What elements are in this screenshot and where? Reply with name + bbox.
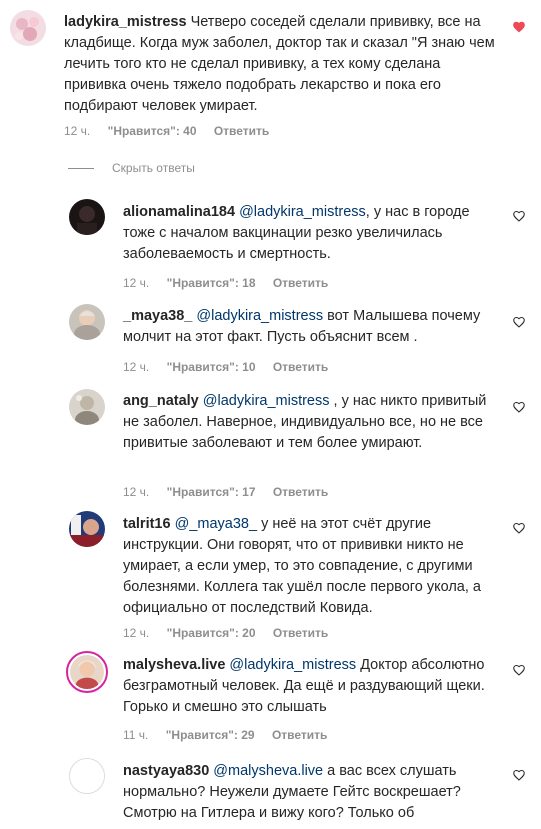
mention-link[interactable]: @_maya38_ [175,516,257,532]
avatar[interactable] [69,199,105,235]
reply-button[interactable]: Ответить [214,124,269,138]
comment-username[interactable]: _maya38_ [123,308,192,324]
comment-time[interactable]: 12 ч. [123,276,149,290]
comment-time[interactable]: 12 ч. [123,626,149,640]
comment-time[interactable]: 12 ч. [123,360,149,374]
avatar[interactable] [69,511,105,547]
comment-username[interactable]: malysheva.live [123,657,225,673]
comment-username[interactable]: talrit16 [123,516,171,532]
reply-button[interactable]: Ответить [273,626,328,640]
avatar[interactable] [69,758,105,794]
divider [68,167,94,169]
comment-likes[interactable]: "Нравится": 29 [166,728,255,742]
heart-outline-icon[interactable] [512,663,526,677]
hide-replies-button[interactable]: Скрыть ответы [68,161,195,175]
comment-username[interactable]: alionamalina184 [123,204,235,220]
reply-button[interactable]: Ответить [273,276,328,290]
comment-meta: 12 ч. "Нравится": 18 Ответить [123,276,342,290]
heart-outline-icon[interactable] [512,315,526,329]
mention-link[interactable]: @ladykira_mistress [239,204,366,220]
mention-link[interactable]: @ladykira_mistress [229,657,356,673]
comment-likes[interactable]: "Нравится": 40 [108,124,197,138]
reply-button[interactable]: Ответить [273,360,328,374]
heart-outline-icon[interactable] [512,209,526,223]
mention-link[interactable]: @malysheva.live [213,763,323,779]
comment-username[interactable]: nastyaya830 [123,763,209,779]
avatar[interactable] [69,304,105,340]
comment-meta: 11 ч. "Нравится": 29 Ответить [123,728,341,742]
comment-likes[interactable]: "Нравится": 10 [167,360,256,374]
comment-likes[interactable]: "Нравится": 20 [167,626,256,640]
heart-outline-icon[interactable] [512,400,526,414]
comment-meta: 12 ч. "Нравится": 40 Ответить [64,124,283,138]
hide-replies-label: Скрыть ответы [112,161,195,175]
avatar[interactable] [69,389,105,425]
comment-likes[interactable]: "Нравится": 17 [167,485,256,499]
comment-meta: 12 ч. "Нравится": 10 Ответить [123,360,342,374]
avatar[interactable] [66,651,108,693]
heart-filled-icon[interactable] [512,20,526,34]
heart-outline-icon[interactable] [512,768,526,782]
comment-meta: 12 ч. "Нравится": 20 Ответить [123,626,342,640]
comment-meta: 12 ч. "Нравится": 17 Ответить [123,485,342,499]
mention-link[interactable]: @ladykira_mistress [203,393,330,409]
comment-likes[interactable]: "Нравится": 18 [167,276,256,290]
mention-link[interactable]: @ladykira_mistress [196,308,323,324]
comment-time[interactable]: 12 ч. [123,485,149,499]
comment-time[interactable]: 11 ч. [123,728,148,742]
avatar[interactable] [10,10,46,46]
comment-time[interactable]: 12 ч. [64,124,90,138]
comment-username[interactable]: ladykira_mistress [64,14,187,30]
reply-button[interactable]: Ответить [273,485,328,499]
reply-button[interactable]: Ответить [272,728,327,742]
heart-outline-icon[interactable] [512,521,526,535]
comment-username[interactable]: ang_nataly [123,393,199,409]
